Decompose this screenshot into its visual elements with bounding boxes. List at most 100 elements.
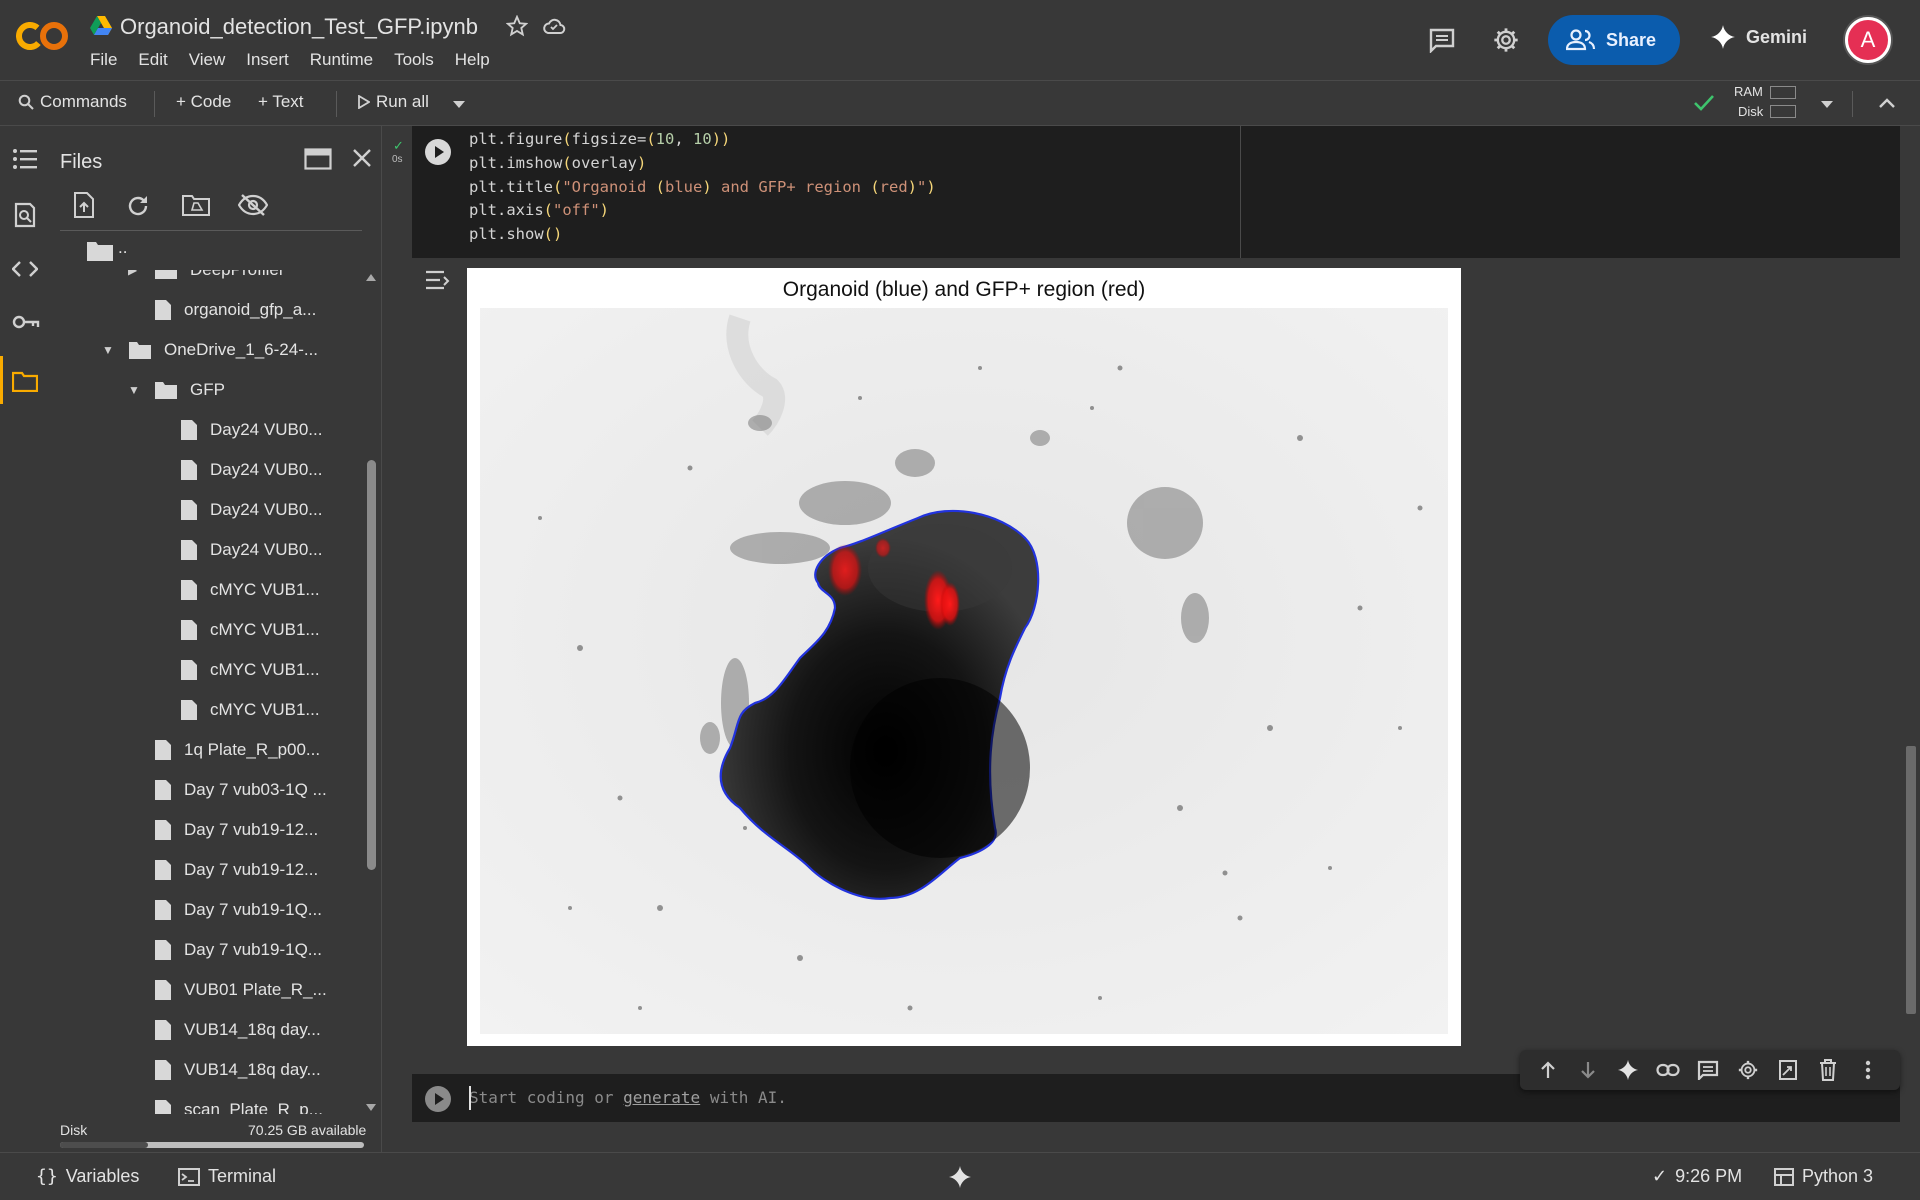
folder-icon-wrap <box>154 380 178 400</box>
copy-link-button[interactable] <box>1648 1063 1688 1077</box>
variables-button[interactable]: {} Variables <box>36 1166 139 1187</box>
ram-meter[interactable] <box>1770 86 1796 99</box>
files-scrollbar-thumb[interactable] <box>367 460 376 870</box>
disk-meter[interactable] <box>1770 105 1796 118</box>
share-button[interactable]: Share <box>1548 15 1680 65</box>
code-editor[interactable]: plt.figure(figsize=(10, 10)) plt.imshow(o… <box>469 128 936 247</box>
file-row[interactable]: VUB01 Plate_R_... <box>128 970 327 1010</box>
file-row[interactable]: Day24 VUB0... <box>154 450 322 490</box>
file-icon <box>155 1060 171 1080</box>
gemini-cell-button[interactable] <box>1608 1059 1648 1081</box>
chevron-down-icon[interactable]: ▼ <box>102 343 120 357</box>
move-up-button[interactable] <box>1528 1061 1568 1079</box>
file-row[interactable]: cMYC VUB1... <box>154 650 320 690</box>
close-icon[interactable] <box>352 148 372 168</box>
run-cell-button[interactable] <box>424 1085 452 1113</box>
hide-files-icon[interactable] <box>238 194 268 216</box>
file-row[interactable]: Day24 VUB0... <box>154 490 322 530</box>
cell-placeholder[interactable]: Start coding or generate with AI. <box>469 1088 787 1107</box>
cell-settings-button[interactable] <box>1728 1059 1768 1081</box>
file-icon <box>181 580 197 600</box>
add-comment-button[interactable] <box>1688 1060 1728 1080</box>
star-icon[interactable] <box>506 15 528 37</box>
menu-runtime[interactable]: Runtime <box>310 50 373 70</box>
terminal-button[interactable]: Terminal <box>178 1166 276 1187</box>
tree-item-label: organoid_gfp_a... <box>184 300 317 319</box>
chevron-down-icon[interactable] <box>452 100 466 109</box>
menu-tools[interactable]: Tools <box>394 50 434 70</box>
file-row[interactable]: scan_Plate_R_p... <box>128 1090 323 1114</box>
mirror-cell-button[interactable] <box>1768 1059 1808 1081</box>
status-bar: {} Variables Terminal ✓ 9:26 PM Python 3 <box>0 1152 1920 1200</box>
move-down-button[interactable] <box>1568 1061 1608 1079</box>
file-row[interactable]: organoid_gfp_a... <box>128 290 316 330</box>
notebook-scrollbar-thumb[interactable] <box>1906 746 1916 1014</box>
folder-icon[interactable] <box>12 370 38 392</box>
chevron-up-icon[interactable] <box>1878 97 1896 109</box>
scroll-up-icon[interactable] <box>366 274 376 281</box>
runtime-button[interactable]: Python 3 <box>1774 1166 1873 1187</box>
folder-row[interactable]: ▶ DeepProfiler <box>128 270 285 290</box>
file-row[interactable]: Day 7 vub19-12... <box>128 810 318 850</box>
gemini-button[interactable]: Gemini <box>1710 24 1807 50</box>
add-text-button[interactable]: + Text <box>258 92 304 112</box>
file-row[interactable]: cMYC VUB1... <box>154 690 320 730</box>
file-row[interactable]: Day 7 vub19-1Q... <box>128 930 322 970</box>
file-row[interactable]: Day 7 vub03-1Q ... <box>128 770 327 810</box>
executed-check-icon: ✓ <box>393 138 404 153</box>
file-row[interactable]: Day 7 vub19-12... <box>128 850 318 890</box>
folder-row[interactable]: ▼ GFP <box>128 370 225 410</box>
file-icon <box>181 620 197 640</box>
run-cell-button[interactable] <box>424 138 452 166</box>
gear-icon[interactable] <box>1492 26 1520 54</box>
execution-status[interactable]: ✓ 9:26 PM <box>1652 1166 1742 1187</box>
tree-item-label: Day 7 vub19-1Q... <box>184 940 322 959</box>
tree-item-label: Day24 VUB0... <box>210 540 323 559</box>
chevron-down-icon[interactable] <box>1820 100 1834 109</box>
key-icon[interactable] <box>12 314 40 330</box>
menu-view[interactable]: View <box>189 50 226 70</box>
file-row[interactable]: 1q Plate_R_p00... <box>128 730 320 770</box>
folder-row[interactable]: ▼ OneDrive_1_6-24-... <box>102 330 318 370</box>
delete-cell-button[interactable] <box>1808 1059 1848 1081</box>
google-drive-icon[interactable] <box>90 16 112 36</box>
search-icon <box>18 94 34 110</box>
menu-insert[interactable]: Insert <box>246 50 289 70</box>
notebook-title[interactable]: Organoid_detection_Test_GFP.ipynb <box>120 14 478 40</box>
file-row[interactable]: Day 7 vub19-1Q... <box>128 890 322 930</box>
chevron-right-icon[interactable]: ▶ <box>128 270 146 277</box>
run-all-button[interactable]: Run all <box>358 92 429 112</box>
cloud-saved-icon[interactable] <box>542 16 566 36</box>
commands-button[interactable]: Commands <box>18 92 127 112</box>
file-row[interactable]: cMYC VUB1... <box>154 610 320 650</box>
gemini-sparkle-icon[interactable] <box>948 1165 972 1189</box>
generate-link[interactable]: generate <box>623 1088 700 1107</box>
chevron-down-icon[interactable]: ▼ <box>128 383 146 397</box>
upload-icon[interactable] <box>72 192 96 218</box>
file-row[interactable]: cMYC VUB1... <box>154 570 320 610</box>
output-actions-icon[interactable] <box>424 268 452 292</box>
mount-drive-icon[interactable] <box>182 194 210 216</box>
user-avatar[interactable]: A <box>1845 17 1891 63</box>
code-snippets-icon[interactable] <box>12 260 38 278</box>
code-line: plt.imshow(overlay) <box>469 153 647 172</box>
table-of-contents-icon[interactable] <box>12 148 38 170</box>
menu-edit[interactable]: Edit <box>138 50 167 70</box>
refresh-icon[interactable] <box>126 194 150 218</box>
find-replace-icon[interactable] <box>12 202 38 228</box>
file-icon <box>155 900 171 920</box>
colab-logo-icon[interactable] <box>16 18 70 54</box>
menu-help[interactable]: Help <box>455 50 490 70</box>
more-actions-button[interactable] <box>1848 1060 1888 1080</box>
file-row[interactable]: VUB14_18q day... <box>128 1050 321 1090</box>
open-in-tab-icon[interactable] <box>304 148 332 170</box>
menu-file[interactable]: File <box>90 50 117 70</box>
add-code-button[interactable]: + Code <box>176 92 231 112</box>
file-row[interactable]: Day24 VUB0... <box>154 530 322 570</box>
comments-icon[interactable] <box>1428 27 1456 53</box>
file-row[interactable]: Day24 VUB0... <box>154 410 322 450</box>
scroll-down-icon[interactable] <box>366 1104 376 1111</box>
file-icon <box>181 500 197 520</box>
tree-item-label: 1q Plate_R_p00... <box>184 740 321 759</box>
file-row[interactable]: VUB14_18q day... <box>128 1010 321 1050</box>
